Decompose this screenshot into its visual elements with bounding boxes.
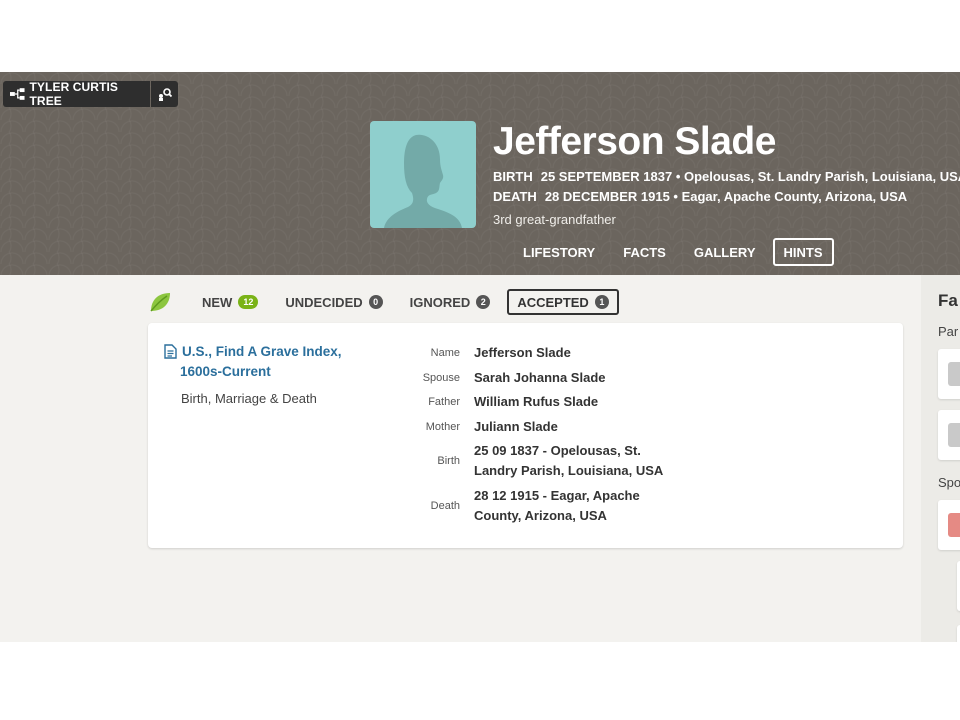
filter-accepted-label: ACCEPTED — [517, 294, 589, 310]
record-type: Birth, Marriage & Death — [181, 391, 317, 406]
tab-facts[interactable]: FACTS — [612, 238, 677, 266]
tab-lifestory[interactable]: LIFESTORY — [512, 238, 606, 266]
death-label: DEATH — [493, 189, 537, 204]
person-avatar[interactable] — [370, 121, 476, 228]
spouse-card[interactable] — [938, 500, 960, 550]
filter-new[interactable]: NEW 12 — [192, 289, 268, 315]
fact-row-death: Death 28 12 1915 - Eagar, Apache County,… — [360, 486, 780, 526]
fact-value: Juliann Slade — [474, 419, 558, 434]
death-summary: DEATH 28 DECEMBER 1915 • Eagar, Apache Co… — [493, 189, 907, 204]
fact-row-birth: Birth 25 09 1837 - Opelousas, St. Landry… — [360, 441, 780, 481]
hint-filter-bar: NEW 12 UNDECIDED 0 IGNORED 2 ACCEPTED 1 — [148, 288, 626, 316]
avatar — [948, 423, 960, 447]
fact-row-spouse: Spouse Sarah Johanna Slade — [360, 368, 780, 388]
fact-value-line: County, Arizona, USA — [474, 508, 607, 523]
filter-ignored-count: 2 — [476, 295, 491, 309]
record-title-line1: U.S., Find A Grave Index, — [182, 344, 342, 359]
fact-value: Sarah Johanna Slade — [474, 370, 606, 385]
tree-icon — [10, 88, 25, 100]
tree-search-icon — [158, 88, 172, 101]
fact-label: Mother — [425, 421, 460, 433]
fact-value: Jefferson Slade — [474, 345, 571, 360]
tree-selector-button[interactable]: TYLER CURTIS TREE — [3, 80, 150, 108]
avatar — [948, 362, 960, 386]
hint-card: U.S., Find A Grave Index, 1600s-Current … — [148, 323, 903, 548]
death-value: 28 DECEMBER 1915 • Eagar, Apache County,… — [544, 189, 908, 204]
birth-summary: BIRTH 25 SEPTEMBER 1837 • Opelousas, St. … — [493, 169, 960, 184]
filter-undecided-label: UNDECIDED — [285, 294, 363, 310]
filter-ignored-label: IGNORED — [409, 294, 471, 310]
fact-value: 25 09 1837 - Opelousas, St. Landry Paris… — [474, 441, 674, 481]
filter-undecided-count: 0 — [368, 295, 383, 309]
fact-row-father: Father William Rufus Slade — [360, 392, 780, 412]
parent-card[interactable] — [938, 410, 960, 460]
person-tabs: LIFESTORY FACTS GALLERY HINTS — [512, 238, 834, 266]
parent-card[interactable] — [938, 349, 960, 399]
fact-label: Death — [430, 500, 460, 512]
filter-undecided[interactable]: UNDECIDED 0 — [275, 289, 392, 315]
fact-label: Spouse — [422, 372, 460, 384]
relationship-label: 3rd great-grandfather — [493, 212, 616, 227]
person-header: TYLER CURTIS TREE Jefferson Slade BIRTH 2… — [0, 72, 960, 275]
record-title-link[interactable]: U.S., Find A Grave Index, 1600s-Current — [180, 342, 372, 382]
filter-ignored[interactable]: IGNORED 2 — [400, 289, 501, 315]
record-document-icon — [164, 344, 177, 359]
filter-accepted[interactable]: ACCEPTED 1 — [507, 289, 619, 315]
family-panel: Fa Par Spo — [921, 275, 960, 642]
spouse-label: Spo — [938, 475, 960, 490]
record-title-line2: 1600s-Current — [180, 364, 271, 379]
fact-value-line: Landry Parish, Louisiana, USA — [474, 463, 664, 478]
leaf-icon — [150, 293, 170, 312]
fact-value-line: 25 09 1837 - Opelousas, St. — [474, 443, 641, 458]
person-silhouette-icon — [384, 134, 462, 228]
tab-gallery[interactable]: GALLERY — [683, 238, 767, 266]
filter-new-label: NEW — [202, 294, 233, 310]
birth-label: BIRTH — [493, 169, 533, 184]
person-name: Jefferson Slade — [493, 120, 776, 163]
fact-label: Father — [428, 396, 460, 408]
fact-value-line: 28 12 1915 - Eagar, Apache — [474, 488, 640, 503]
app-viewport: TYLER CURTIS TREE Jefferson Slade BIRTH 2… — [0, 72, 960, 642]
filter-accepted-count: 1 — [594, 295, 609, 309]
avatar — [948, 513, 960, 537]
fact-label: Name — [430, 347, 460, 359]
family-heading: Fa — [938, 291, 958, 310]
birth-value: 25 SEPTEMBER 1837 • Opelousas, St. Landr… — [540, 169, 960, 184]
tab-hints[interactable]: HINTS — [772, 238, 834, 266]
tree-name: TYLER CURTIS TREE — [29, 80, 119, 108]
fact-row-mother: Mother Juliann Slade — [360, 417, 780, 437]
tree-search-button[interactable] — [151, 81, 178, 107]
parents-label: Par — [938, 324, 959, 339]
filter-new-count: 12 — [238, 295, 259, 309]
fact-label: Birth — [437, 455, 460, 467]
fact-value: 28 12 1915 - Eagar, Apache County, Arizo… — [474, 486, 674, 526]
fact-row-name: Name Jefferson Slade — [360, 343, 780, 363]
fact-value: William Rufus Slade — [474, 394, 599, 409]
